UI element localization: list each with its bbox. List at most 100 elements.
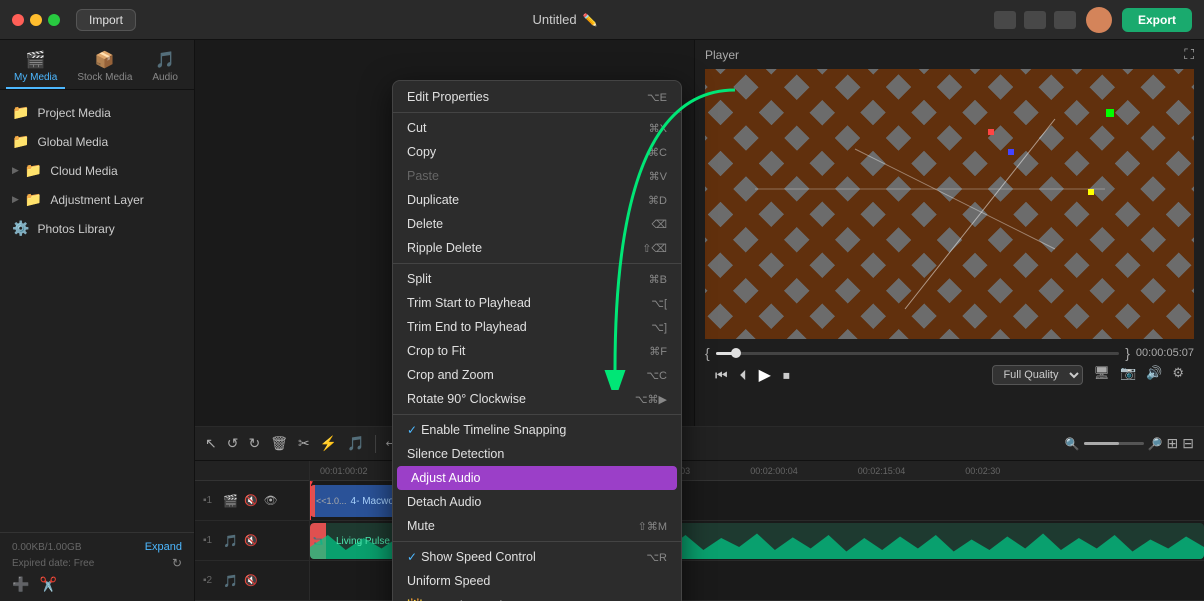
track-icon-mute[interactable]: 🔇: [244, 494, 258, 507]
menu-item-show-speed[interactable]: ✓Show Speed Control ⌥R: [393, 545, 681, 569]
tool-audio-detach[interactable]: 🎵: [347, 435, 364, 452]
top-bar-left: Import: [12, 9, 136, 31]
tool-blade[interactable]: ⚡: [320, 435, 337, 452]
menu-item-adjust-audio[interactable]: Adjust Audio: [397, 466, 677, 490]
sidebar-item-global-media[interactable]: 📁 Global Media: [0, 127, 194, 156]
settings-icon[interactable]: ⚙: [1172, 365, 1184, 385]
edit-title-icon[interactable]: ✏️: [583, 13, 598, 27]
folder-icon-adjustment: 📁: [25, 191, 42, 208]
rewind-button[interactable]: ⏮: [715, 367, 728, 384]
video-track-icon: 🎬: [223, 494, 238, 508]
timeline-content: ▪1 🎬 🔇 👁 ▪1 🎵 🔇 ▪2 🎵 🔇: [195, 461, 1204, 601]
tool-redo[interactable]: ↻: [248, 435, 260, 452]
track-label-a1: ▪1 🎵 🔇: [195, 521, 309, 561]
zoom-in-icon[interactable]: 🔎: [1148, 437, 1163, 451]
top-icons: [994, 11, 1076, 29]
sidebar-item-project-media[interactable]: 📁 Project Media: [0, 98, 194, 127]
menu-item-trim-end[interactable]: Trim End to Playhead ⌥]: [393, 315, 681, 339]
menu-item-crop-zoom[interactable]: Crop and Zoom ⌥C: [393, 363, 681, 387]
close-button[interactable]: [12, 14, 24, 26]
ruler-mark-4: 00:02:00:04: [750, 466, 798, 476]
tool-delete[interactable]: 🗑: [270, 435, 288, 452]
menu-item-copy[interactable]: Copy ⌘C: [393, 140, 681, 164]
menu-item-delete[interactable]: Delete ⌫: [393, 212, 681, 236]
zoom-out-icon[interactable]: 🔍: [1065, 437, 1080, 451]
menu-item-mute[interactable]: Mute ⇧⌘M: [393, 514, 681, 538]
minimize-button[interactable]: [30, 14, 42, 26]
expand-button[interactable]: Expand: [145, 541, 182, 553]
timeline-icon-add[interactable]: ➕: [12, 576, 29, 593]
progress-bar[interactable]: [716, 352, 1120, 355]
layout-icon-2[interactable]: [1024, 11, 1046, 29]
refresh-icon[interactable]: ↻: [172, 556, 182, 570]
menu-item-split[interactable]: Split ⌘B: [393, 267, 681, 291]
sidebar-item-cloud-media[interactable]: 📁 Cloud Media: [0, 156, 194, 185]
menu-item-edit-properties[interactable]: Edit Properties ⌥E: [393, 85, 681, 109]
tab-my-media[interactable]: 🎬 My Media: [6, 46, 65, 89]
ruler-spacer: [195, 461, 309, 481]
player-controls: { } 00:00:05:07 ⏮ ⏴ ▶ ⏹: [695, 339, 1204, 395]
sidebar-item-photos[interactable]: ⚙️ Photos Library: [0, 214, 194, 243]
menu-item-rotate[interactable]: Rotate 90° Clockwise ⌥⌘▶: [393, 387, 681, 411]
layout-icon-3[interactable]: [1054, 11, 1076, 29]
sidebar-label-cloud-media: Cloud Media: [50, 164, 117, 178]
sidebar-label-adjustment: Adjustment Layer: [50, 193, 143, 207]
sidebar-bottom: 0.00KB/1.00GB Expand Expired date: Free …: [0, 532, 194, 601]
folder-icon-global: 📁: [12, 133, 29, 150]
quality-select[interactable]: Full Quality Half Quality: [992, 365, 1083, 385]
tool-undo[interactable]: ↺: [227, 435, 239, 452]
menu-item-cut[interactable]: Cut ⌘X: [393, 116, 681, 140]
menu-item-ripple-delete[interactable]: Ripple Delete ⇧⌫: [393, 236, 681, 260]
prev-frame-button[interactable]: ⏴: [740, 367, 747, 384]
tab-audio[interactable]: 🎵 Audio: [144, 46, 186, 89]
avatar[interactable]: [1086, 7, 1112, 33]
screenshot-icon[interactable]: 📷: [1120, 365, 1136, 385]
fullscreen-icon[interactable]: ⛶: [1184, 46, 1194, 63]
menu-item-detach-audio[interactable]: Detach Audio: [393, 490, 681, 514]
sidebar-item-adjustment[interactable]: 📁 Adjustment Layer: [0, 185, 194, 214]
track-label-a2: ▪2 🎵 🔇: [195, 561, 309, 601]
timeline-area: ↖ ↺ ↻ 🗑 ✂ ⚡ 🎵 ↩ | ⏩ ⏺ 🔖 🎤 📻 📷 💬: [195, 426, 1204, 601]
tab-stock-media[interactable]: 📦 Stock Media: [69, 46, 140, 89]
project-title-area: Untitled ✏️: [532, 12, 597, 27]
menu-item-uniform-speed[interactable]: Uniform Speed: [393, 569, 681, 593]
menu-item-duplicate[interactable]: Duplicate ⌘D: [393, 188, 681, 212]
track-icon-lock[interactable]: 👁: [264, 494, 278, 507]
tool-select[interactable]: ↖: [205, 435, 217, 452]
menu-item-crop-fit[interactable]: Crop to Fit ⌘F: [393, 339, 681, 363]
import-button[interactable]: Import: [76, 9, 136, 31]
play-button[interactable]: ▶: [759, 365, 771, 385]
zoom-slider[interactable]: [1084, 442, 1144, 445]
curly-bracket-right: }: [1125, 345, 1130, 361]
next-frame-button[interactable]: ⏹: [783, 367, 790, 384]
playhead: [310, 481, 311, 520]
timeline-icon-scissors[interactable]: ✂️: [39, 576, 56, 593]
timeline-toolbar: ↖ ↺ ↻ 🗑 ✂ ⚡ 🎵 ↩ | ⏩ ⏺ 🔖 🎤 📻 📷 💬: [195, 427, 1204, 461]
menu-separator-4: [393, 541, 681, 542]
context-menu: Edit Properties ⌥E Cut ⌘X Copy ⌘C Paste …: [392, 80, 682, 601]
monitor-icon[interactable]: 🖥: [1093, 365, 1110, 385]
audio-mute-1[interactable]: 🔇: [244, 534, 258, 547]
menu-item-silence-detection[interactable]: Silence Detection: [393, 442, 681, 466]
layout-icon[interactable]: ⊟: [1182, 435, 1194, 452]
volume-icon[interactable]: 🔊: [1146, 365, 1162, 385]
menu-separator-1: [393, 112, 681, 113]
tool-cut[interactable]: ✂: [298, 435, 310, 452]
control-buttons: ⏮ ⏴ ▶ ⏹: [715, 365, 790, 385]
ruler-mark-6: 00:02:30: [965, 466, 1000, 476]
curly-bracket-left: {: [705, 345, 710, 361]
tab-stock-media-label: Stock Media: [77, 72, 132, 83]
track-label-v1: ▪1 🎬 🔇 👁: [195, 481, 309, 521]
maximize-button[interactable]: [48, 14, 60, 26]
menu-item-trim-start[interactable]: Trim Start to Playhead ⌥[: [393, 291, 681, 315]
audio-mute-2[interactable]: 🔇: [244, 574, 258, 587]
layout-icon-1[interactable]: [994, 11, 1016, 29]
menu-item-snapping[interactable]: ✓Enable Timeline Snapping: [393, 418, 681, 442]
menu-item-speed-ramping[interactable]: 👑Speed Ramping: [393, 593, 681, 601]
folder-icon-project: 📁: [12, 104, 29, 121]
audio-icon: 🎵: [155, 50, 175, 70]
add-track-icon[interactable]: ⊞: [1167, 435, 1179, 452]
export-button[interactable]: Export: [1122, 8, 1192, 32]
player-header: Player ⛶: [695, 40, 1204, 69]
tab-my-media-label: My Media: [14, 72, 57, 83]
